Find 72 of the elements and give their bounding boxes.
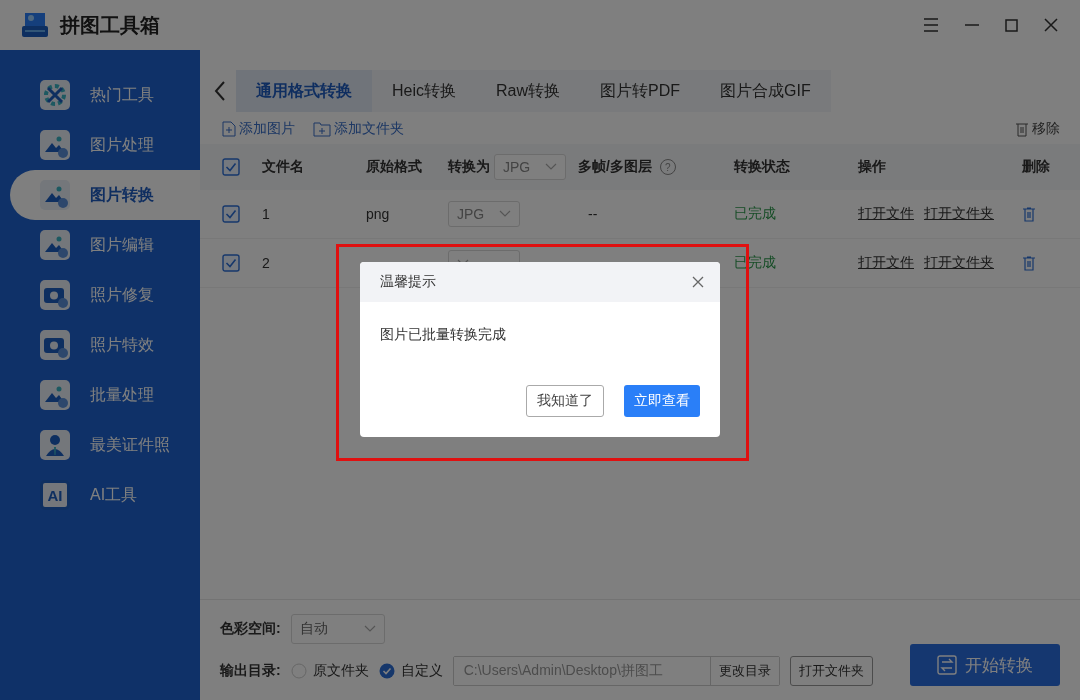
trash-icon[interactable] [1022, 206, 1036, 222]
table-cell-text: 2 [262, 255, 271, 271]
open-link[interactable]: 打开文件夹 [924, 205, 994, 223]
sidebar-item[interactable]: 照片修复 [10, 270, 200, 320]
image-icon [40, 380, 70, 410]
sidebar-item[interactable]: 最美证件照 [10, 420, 200, 470]
add-image-button[interactable]: 添加图片 [222, 120, 295, 138]
swap-icon [937, 655, 957, 675]
wrench-icon [40, 80, 70, 110]
start-button[interactable]: 开始转换 [910, 644, 1060, 686]
toolbox-icon [22, 13, 48, 37]
image-icon [40, 230, 70, 260]
table-cell-text: 1 [262, 206, 271, 222]
table-cell-text: -- [587, 206, 599, 222]
column-header: 转换为 [448, 158, 490, 176]
open-link[interactable]: 打开文件夹 [924, 254, 994, 272]
trash-icon[interactable] [1022, 255, 1036, 271]
add-folder-button[interactable]: 添加文件夹 [313, 120, 404, 138]
column-header: 文件名 [262, 158, 305, 176]
camera-icon [40, 280, 70, 310]
dialog-title: 温馨提示 [380, 273, 436, 291]
person-icon [40, 430, 70, 460]
column-header: 原始格式 [366, 158, 423, 176]
trash-icon [1015, 121, 1029, 137]
open-link[interactable]: 打开文件 [858, 254, 914, 272]
change-dir-button[interactable]: 更改目录 [709, 657, 779, 685]
tab[interactable]: Heic转换 [372, 70, 476, 112]
sidebar-item[interactable]: 照片特效 [10, 320, 200, 370]
camera-icon [40, 330, 70, 360]
sidebar-item[interactable]: 图片处理 [10, 120, 200, 170]
tab[interactable]: 通用格式转换 [236, 70, 372, 112]
add-file-icon [222, 121, 236, 137]
image-icon [40, 130, 70, 160]
tab[interactable]: 图片转PDF [580, 70, 701, 112]
image-icon [40, 180, 70, 210]
add-folder-icon [313, 121, 331, 137]
menu-icon[interactable] [923, 18, 939, 32]
field-label: 色彩空间: [220, 620, 281, 638]
app-title: 拼图工具箱 [60, 12, 160, 38]
column-header: 操作 [858, 158, 887, 176]
tab[interactable]: 图片合成GIF [700, 70, 831, 112]
dialog-message: 图片已批量转换完成 [379, 325, 507, 344]
checkbox[interactable] [222, 254, 240, 272]
format-dropdown[interactable]: JPG [494, 154, 566, 180]
checkbox[interactable] [222, 205, 240, 223]
open-folder-button[interactable]: 打开文件夹 [789, 656, 873, 686]
format-dropdown[interactable]: JPG [448, 201, 520, 227]
sidebar-item[interactable]: 批量处理 [10, 370, 200, 420]
close-icon[interactable] [1044, 18, 1058, 32]
back-icon[interactable] [214, 81, 226, 101]
sidebar-item[interactable]: 图片编辑 [10, 220, 200, 270]
dialog-button[interactable]: 我知道了 [526, 385, 604, 417]
column-header: 多帧/多图层 [578, 158, 652, 176]
tab[interactable]: Raw转换 [476, 70, 581, 112]
sidebar-item[interactable]: 图片转换 [10, 170, 200, 220]
field-label: 输出目录: [220, 662, 281, 680]
dialog-button[interactable]: 立即查看 [624, 385, 700, 417]
radio-option[interactable]: 原文件夹 [290, 662, 369, 680]
remove-button[interactable]: 移除 [1015, 120, 1060, 138]
column-header: 删除 [1022, 158, 1051, 176]
ai-icon: AI [40, 480, 70, 510]
radio-option[interactable]: 自定义 [378, 662, 443, 680]
close-icon[interactable] [692, 276, 704, 288]
color-space-dropdown[interactable]: 自动 [290, 614, 385, 644]
maximize-icon[interactable] [1005, 18, 1018, 32]
table-cell-text: png [366, 206, 391, 222]
sidebar-item[interactable]: 热门工具 [10, 70, 200, 120]
checkbox[interactable] [222, 158, 240, 176]
sidebar-item[interactable]: AI AI工具 [10, 470, 200, 520]
open-link[interactable]: 打开文件 [858, 205, 914, 223]
status-text: 已完成 [734, 205, 777, 223]
column-header: 转换状态 [734, 158, 791, 176]
